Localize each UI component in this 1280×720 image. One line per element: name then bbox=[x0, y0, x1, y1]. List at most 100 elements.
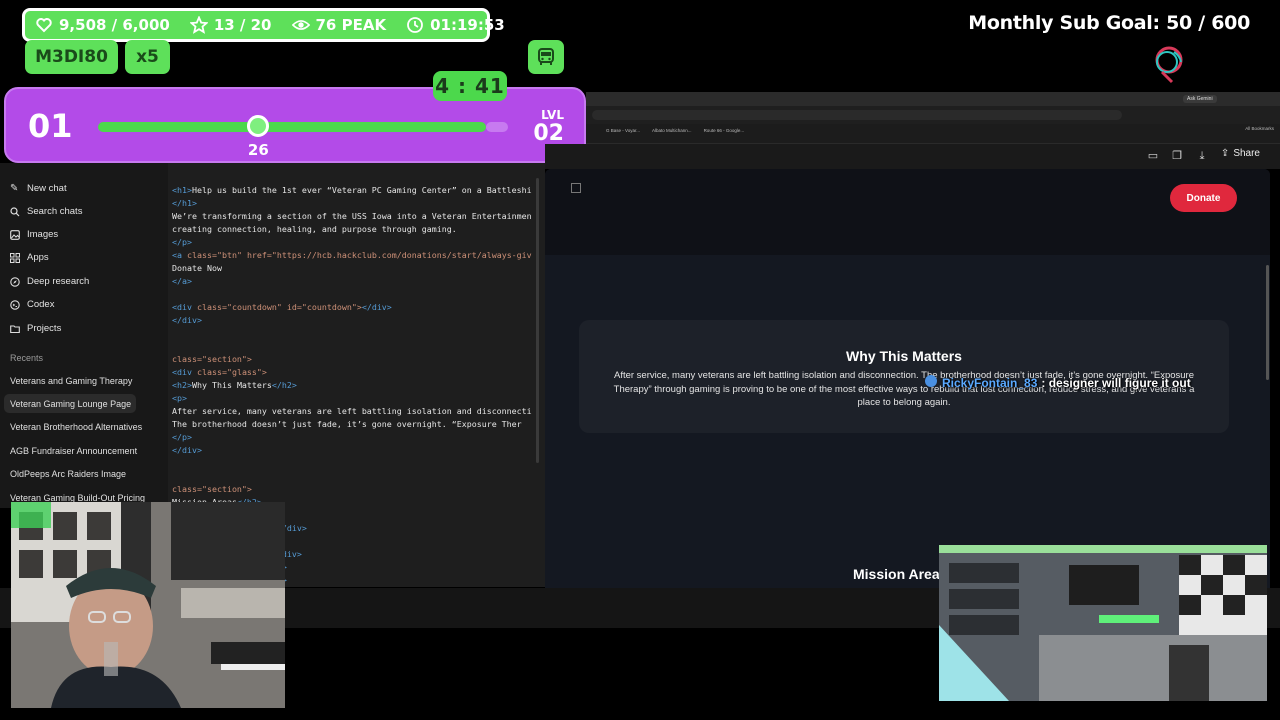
chat-sidebar: ✎ New chat Search chats Images Apps Deep… bbox=[0, 163, 168, 508]
code-text: class="countdown" id="countdown"> bbox=[196, 302, 362, 312]
level-progress-remaining bbox=[486, 122, 508, 132]
heart-chat-icon bbox=[35, 16, 53, 34]
bus-icon bbox=[528, 40, 564, 74]
stream-stats-bar: 9,508 / 6,000 13 / 20 76 PEAK 01:19:53 bbox=[22, 8, 505, 42]
stream-chat-message: RickyFontain_83 : designer will figure i… bbox=[924, 374, 1191, 391]
code-line: We’re transforming a section of the USS … bbox=[172, 211, 532, 221]
eye-icon bbox=[291, 16, 310, 34]
code-tag: <div bbox=[172, 302, 197, 312]
peak-value: 76 PEAK bbox=[315, 16, 387, 34]
recent-chat-item[interactable]: OldPeeps Arc Raiders Image bbox=[10, 469, 126, 479]
sidebar-item-label: Images bbox=[27, 229, 59, 240]
ask-gemini-button[interactable]: Ask Gemini bbox=[1183, 95, 1217, 103]
address-bar-row bbox=[586, 106, 1280, 124]
recent-chat-item[interactable]: Veterans and Gaming Therapy bbox=[10, 376, 132, 386]
preview-scrollbar[interactable] bbox=[1266, 265, 1269, 380]
recent-chat-item[interactable]: Veteran Brotherhood Alternatives bbox=[10, 422, 142, 432]
code-tag: </p> bbox=[172, 432, 192, 442]
bookmark-item[interactable]: Albato Multichann... bbox=[652, 128, 692, 133]
stars-value: 13 / 20 bbox=[213, 16, 272, 34]
code-text: class="section"> bbox=[172, 484, 252, 494]
code-line: </p> bbox=[172, 432, 192, 442]
share-label: Share bbox=[1233, 148, 1260, 159]
edit-icon: ✎ bbox=[10, 182, 19, 194]
sub-goal: Monthly Sub Goal: 50 / 600 bbox=[968, 12, 1250, 34]
code-text: class="glass"> bbox=[196, 367, 267, 377]
search-icon bbox=[10, 206, 20, 217]
broken-image-icon bbox=[571, 183, 581, 193]
browser-chrome: Ask Gemini G Base - Voyar... Albato Mult… bbox=[586, 92, 1280, 144]
sidebar-item-search-chats[interactable]: Search chats bbox=[10, 206, 82, 217]
code-line: <div class="glass"> bbox=[172, 367, 267, 377]
canvas-toolbar: ▭ ❐ ⤓ ⇪ Share bbox=[545, 144, 1280, 169]
code-text: The brotherhood doesn’t just fade, it’s … bbox=[172, 419, 522, 429]
all-bookmarks[interactable]: All Bookmarks bbox=[1245, 126, 1274, 131]
apps-grid-icon bbox=[10, 252, 20, 263]
code-tag: <h2> bbox=[172, 380, 192, 390]
mission-areas-title: Mission Areas bbox=[853, 566, 948, 582]
bookmark-item[interactable]: G Base - Voyar... bbox=[606, 128, 640, 133]
code-tag: </h2> bbox=[271, 380, 297, 390]
share-icon: ⇪ bbox=[1220, 148, 1230, 159]
preview-header: Donate bbox=[545, 169, 1270, 255]
bookmark-item[interactable]: Route 66 - Google... bbox=[704, 128, 745, 133]
next-level: 02 bbox=[533, 121, 564, 146]
code-tag: <div bbox=[172, 367, 197, 377]
code-tag: </div> bbox=[172, 315, 202, 325]
browser-tab-row: Ask Gemini bbox=[586, 92, 1280, 106]
code-tag: </h1> bbox=[172, 198, 197, 208]
code-tag: <h1> bbox=[172, 185, 192, 195]
code-line: </div> bbox=[172, 445, 202, 455]
code-line: <h2>Why This Matters</h2> bbox=[172, 380, 297, 390]
sidebar-item-label: New chat bbox=[27, 183, 67, 194]
image-icon bbox=[10, 229, 20, 240]
preview-icon[interactable]: ▭ bbox=[1147, 150, 1159, 162]
recent-chat-item[interactable]: Veteran Gaming Lounge Page bbox=[10, 399, 131, 409]
sidebar-item-new-chat[interactable]: ✎ New chat bbox=[10, 183, 67, 194]
download-icon[interactable]: ⤓ bbox=[1196, 150, 1208, 162]
compass-icon bbox=[10, 276, 20, 287]
code-line: </a> bbox=[172, 276, 192, 286]
sidebar-item-apps[interactable]: Apps bbox=[10, 252, 49, 263]
code-text: We’re transforming a section of the USS … bbox=[172, 211, 532, 221]
copy-icon[interactable]: ❐ bbox=[1171, 150, 1183, 162]
recent-chat-item[interactable]: AGB Fundraiser Announcement bbox=[10, 446, 137, 456]
sidebar-item-label: Apps bbox=[27, 252, 49, 263]
code-line: <p> bbox=[172, 393, 187, 403]
code-tag: <p> bbox=[172, 393, 187, 403]
address-bar[interactable] bbox=[592, 110, 1122, 120]
sidebar-item-codex[interactable]: Codex bbox=[10, 299, 54, 310]
followers-stat: 9,508 / 6,000 bbox=[35, 16, 170, 34]
sidebar-item-images[interactable]: Images bbox=[10, 229, 58, 240]
code-line: The brotherhood doesn’t just fade, it’s … bbox=[172, 419, 522, 429]
code-line: creating connection, healing, and purpos… bbox=[172, 224, 457, 234]
code-tag: </p> bbox=[172, 237, 192, 247]
code-scrollbar[interactable] bbox=[536, 178, 539, 463]
current-level: 01 bbox=[28, 107, 73, 145]
sidebar-item-projects[interactable]: Projects bbox=[10, 323, 61, 334]
code-line: Donate Now bbox=[172, 263, 222, 273]
streamer-webcam bbox=[11, 502, 285, 708]
sidebar-item-label: Deep research bbox=[27, 276, 90, 287]
uptime-stat: 01:19:53 bbox=[406, 16, 505, 34]
donate-button[interactable]: Donate bbox=[1170, 184, 1237, 212]
sidebar-item-label: Projects bbox=[27, 323, 62, 334]
sidebar-item-label: Codex bbox=[27, 299, 55, 310]
sidebar-item-label: Search chats bbox=[27, 206, 83, 217]
share-button[interactable]: ⇪ Share bbox=[1221, 148, 1260, 159]
code-tag: </div> bbox=[361, 302, 392, 312]
star-icon bbox=[189, 16, 208, 34]
sub-goal-label: Monthly Sub Goal: bbox=[968, 12, 1160, 34]
recents-label: Recents bbox=[10, 353, 44, 363]
codex-icon bbox=[10, 299, 20, 310]
multiplier-badge: x5 bbox=[125, 40, 170, 74]
code-line: After service, many veterans are left ba… bbox=[172, 406, 532, 416]
code-text: creating connection, healing, and purpos… bbox=[172, 224, 457, 234]
sidebar-item-deep-research[interactable]: Deep research bbox=[10, 276, 89, 287]
bookmarks-bar: G Base - Voyar... Albato Multichann... R… bbox=[586, 124, 1280, 136]
next-level-label: LVL bbox=[541, 108, 564, 122]
code-tag: <a bbox=[172, 250, 187, 260]
code-tag: </a> bbox=[172, 276, 192, 286]
code-text: Why This Matters bbox=[191, 380, 272, 390]
room-webcam bbox=[939, 545, 1267, 701]
